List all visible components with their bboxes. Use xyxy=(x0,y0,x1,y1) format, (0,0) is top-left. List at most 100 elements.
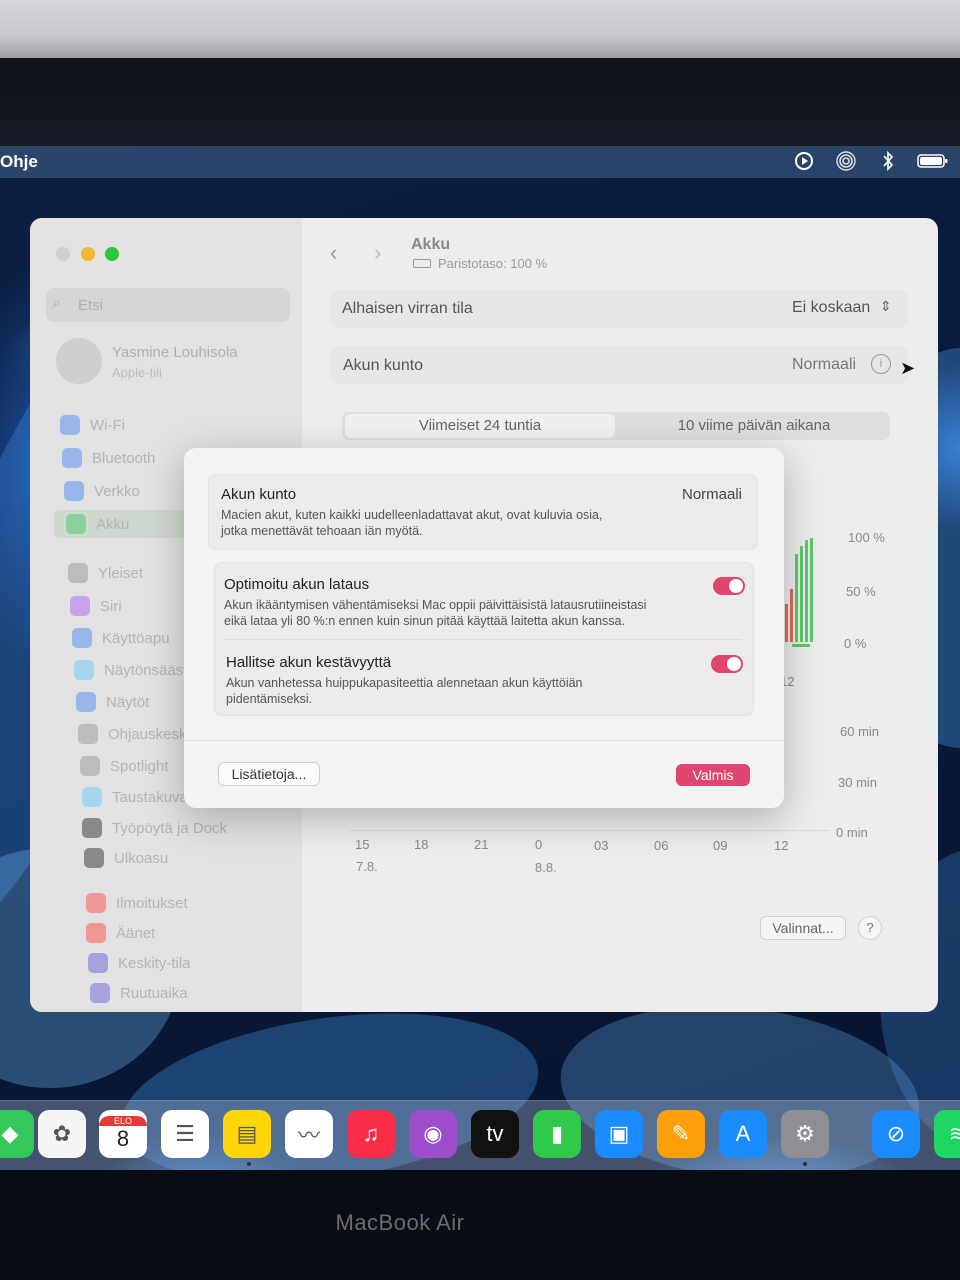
dock-app-glyph: ⚙ xyxy=(795,1121,815,1146)
sidebar-item[interactable]: Yleiset xyxy=(68,560,143,586)
optimized-charging-toggle[interactable] xyxy=(713,577,745,595)
low-power-popup[interactable]: Ei koskaan xyxy=(792,299,870,317)
avatar[interactable] xyxy=(56,338,102,384)
sidebar-item[interactable]: Siri xyxy=(70,593,122,619)
health-desc-line2: jotka menettävät tehoaan iän myötä. xyxy=(221,524,423,538)
running-indicator xyxy=(247,1162,251,1166)
app-store-icon[interactable]: A xyxy=(719,1110,767,1158)
divider xyxy=(184,740,784,741)
user-account-label: Apple-tili xyxy=(112,365,162,380)
dock-app-glyph: ▤ xyxy=(236,1121,258,1146)
sidebar-item[interactable]: Verkko xyxy=(64,478,140,504)
sidebar-item-label: Äänet xyxy=(116,924,156,942)
siri-icon xyxy=(70,596,90,616)
tv-icon[interactable]: tv xyxy=(471,1110,519,1158)
sidebar-item[interactable]: Ruutuaika xyxy=(90,980,188,1006)
time-tick: 21 xyxy=(474,837,489,852)
wallpaper-icon xyxy=(82,787,102,807)
safari-icon[interactable]: ⊘ xyxy=(872,1110,920,1158)
speaker-icon xyxy=(86,923,106,943)
date-tick: 8.8. xyxy=(535,860,557,875)
sidebar-item[interactable]: Äänet xyxy=(86,920,155,946)
calendar-icon[interactable]: ELO 8 xyxy=(99,1110,147,1158)
battery-level-text: Paristotaso: 100 % xyxy=(438,256,548,271)
help-button[interactable]: ? xyxy=(858,916,882,940)
popup-chevron-icon[interactable]: ⇕ xyxy=(880,298,892,315)
notes-icon[interactable]: ▤ xyxy=(223,1110,271,1158)
optimized-charging-desc-line2: eikä lataa yli 80 %:n ennen kuin sinun p… xyxy=(224,614,625,628)
segment-last-24h[interactable]: Viimeiset 24 tuntia xyxy=(345,414,615,438)
manage-longevity-desc-line1: Akun vanhetessa huippukapasiteettia alen… xyxy=(226,676,583,690)
music-icon[interactable]: ♫ xyxy=(347,1110,395,1158)
sidebar-item[interactable]: Käyttöapu xyxy=(72,625,170,651)
manage-longevity-toggle[interactable] xyxy=(711,655,743,673)
sidebar-item[interactable]: Keskity-tila xyxy=(88,950,191,976)
back-chevron-icon[interactable]: ‹ xyxy=(330,240,337,266)
usage-axis-30: 30 min xyxy=(838,775,878,790)
freeform-icon[interactable]: 〰 xyxy=(285,1110,333,1158)
sidebar-item[interactable]: Akku xyxy=(66,511,129,537)
sidebar-item[interactable]: Taustakuva xyxy=(82,784,188,810)
calendar-month-label: ELO xyxy=(99,1116,147,1126)
keynote-icon[interactable]: ▣ xyxy=(595,1110,643,1158)
battery-health-value: Normaali xyxy=(792,356,857,373)
battery-icon[interactable] xyxy=(916,150,950,172)
sidebar-item[interactable]: Työpöytä ja Dock xyxy=(82,815,227,841)
search-icon: ⌕ xyxy=(52,295,61,312)
user-name[interactable]: Yasmine Louhisola xyxy=(112,344,238,361)
sidebar-item-label: Ilmoitukset xyxy=(116,894,188,912)
time-tick: 06 xyxy=(654,838,669,853)
appearance-icon xyxy=(84,848,104,868)
reminders-icon[interactable]: ☰ xyxy=(161,1110,209,1158)
optimized-charging-desc-line1: Akun ikääntymisen vähentämiseksi Mac opp… xyxy=(224,598,647,612)
minimize-button[interactable] xyxy=(81,247,95,261)
running-indicator xyxy=(803,1162,807,1166)
numbers-icon[interactable]: ▮ xyxy=(533,1110,581,1158)
pages-icon[interactable]: ✎ xyxy=(657,1110,705,1158)
podcasts-icon[interactable]: ◉ xyxy=(409,1110,457,1158)
spotify-icon[interactable]: ≋ xyxy=(934,1110,960,1158)
laptop-bezel xyxy=(0,58,960,150)
page-title: Akku xyxy=(411,236,451,253)
info-icon[interactable]: i xyxy=(871,354,891,374)
sidebar-item[interactable]: Bluetooth xyxy=(62,445,155,471)
bell-icon xyxy=(86,893,106,913)
sidebar-item-label: Verkko xyxy=(94,482,140,500)
sidebar-item[interactable]: Ulkoasu xyxy=(84,845,168,871)
dock-app-glyph: ▣ xyxy=(608,1121,630,1146)
menu-help[interactable]: Ohje xyxy=(0,152,38,172)
photos-icon[interactable]: ✿ xyxy=(38,1110,86,1158)
level-axis-100: 100 % xyxy=(848,530,885,545)
low-power-label: Alhaisen virran tila xyxy=(342,300,473,317)
sidebar-item[interactable]: Wi-Fi xyxy=(60,412,125,438)
mouse-cursor-icon: ➤ xyxy=(900,358,916,378)
dock-app-glyph: ☰ xyxy=(175,1121,195,1146)
close-button[interactable] xyxy=(56,247,70,261)
dock-app-glyph: ♫ xyxy=(362,1121,380,1146)
level-axis-0: 0 % xyxy=(844,636,867,651)
sidebar-item-label: Yleiset xyxy=(98,564,144,582)
sidebar-item-label: Ulkoasu xyxy=(114,849,169,867)
dock-app-glyph: ◉ xyxy=(423,1121,443,1146)
airdrop-icon[interactable] xyxy=(835,150,857,172)
done-button[interactable]: Valmis xyxy=(676,764,750,786)
wifi-icon xyxy=(60,415,80,435)
play-circle-icon[interactable] xyxy=(793,150,815,172)
segment-last-10-days[interactable]: 10 viime päivän aikana xyxy=(620,414,888,438)
options-button[interactable]: Valinnat... xyxy=(760,916,846,940)
divider xyxy=(224,639,742,640)
sidebar-item[interactable]: Spotlight xyxy=(80,753,168,779)
more-info-button[interactable]: Lisätietoja... xyxy=(218,762,320,786)
health-title: Akun kunto xyxy=(221,486,297,503)
sidebar-item[interactable]: Näytöt xyxy=(76,689,149,715)
maps-icon[interactable]: ◆ xyxy=(0,1110,34,1158)
sidebar-item[interactable]: Ilmoitukset xyxy=(86,890,188,916)
sidebar-item-label: Keskity-tila xyxy=(118,954,191,972)
bluetooth-icon xyxy=(62,448,82,468)
dock-app-glyph: 8 xyxy=(116,1126,130,1151)
forward-chevron-icon[interactable]: › xyxy=(374,240,381,266)
system-settings-icon[interactable]: ⚙ xyxy=(781,1110,829,1158)
gear-icon xyxy=(68,563,88,583)
zoom-button[interactable] xyxy=(105,247,119,261)
bluetooth-icon[interactable] xyxy=(877,150,899,172)
